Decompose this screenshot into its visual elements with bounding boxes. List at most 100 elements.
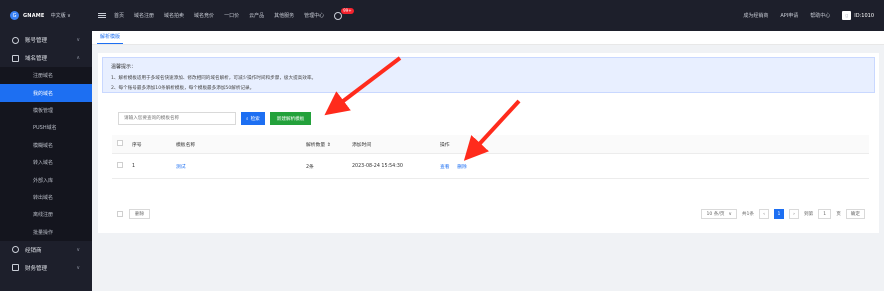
chevron-down-icon: ∨ [76,264,80,271]
header-added-time: 添加时间 [352,142,372,148]
footer-select-checkbox[interactable] [117,211,123,217]
sidebar-item-register-domain[interactable]: 注册域名 [0,67,92,84]
sidebar-submenu: 注册域名 我的域名 模板管理 PUSH域名 模糊域名 转入域名 外部入库 转出域… [0,67,92,241]
table-footer: 删除 10 条/页 ∨ 共1条 ‹ 1 › 到第 1 页 确定 [112,206,869,222]
view-link[interactable]: 查看 [440,165,450,170]
row-checkbox[interactable] [117,162,123,168]
tab-dns-template[interactable]: 解析模版 [97,33,124,44]
goto-label: 到第 [803,212,814,217]
batch-delete-button[interactable]: 删除 [129,209,151,219]
notice-line: 1、解析模板适用于多域名快速添加、修改相同的域名解析，可减少操作时间和步骤，极大… [111,76,317,81]
sidebar-item-external-import[interactable]: 外部入库 [0,171,92,188]
notice-line: 2、每个账号最多添加10条解析模板，每个模板最多添加50解析记录。 [111,86,255,91]
main-nav: 首页 域名注册 域名拍卖 域名竞价 一口价 云产品 其他服务 管理中心 99+ [114,7,354,20]
notification-badge: 99+ [341,7,354,14]
template-search-input[interactable] [118,112,236,125]
pagination: 10 条/页 ∨ 共1条 ‹ 1 › 到第 1 页 确定 [701,209,869,219]
top-right-links: 成为经销商 API申请 帮助中心 g ID:1010 [743,11,884,20]
tips-notice: 温馨提示： 1、解析模板适用于多域名快速添加、修改相同的域名解析，可减少操作时间… [102,57,875,93]
total-count: 共1条 [741,212,754,217]
nav-cloud-products[interactable]: 云产品 [249,12,264,19]
sidebar-item-fuzzy-domain[interactable]: 模糊域名 [0,137,92,154]
nav-domain-auction[interactable]: 域名拍卖 [164,12,184,19]
sidebar-group-account[interactable]: 账号管理 ∨ [0,31,92,49]
page-size-select[interactable]: 10 条/页 ∨ [701,209,737,219]
user-icon [12,36,19,44]
chevron-up-icon: ∧ [76,55,80,61]
notice-title: 温馨提示： [111,64,137,70]
user-id: ID:1010 [854,12,874,19]
table-row: 1 测试 2条 2023-08-24 15:54:30 查看 删除 [112,154,869,179]
sidebar-item-template-management[interactable]: 模板管理 [0,102,92,119]
table-header: 序号 模板名称 解析数量 ⇕ 添加时间 操作 [112,135,869,154]
main-area: 解析模版 温馨提示： 1、解析模板适用于多域名快速添加、修改相同的域名解析，可减… [92,31,884,291]
nav-management-center[interactable]: 管理中心 [304,12,324,19]
help-center-link[interactable]: 帮助中心 [810,12,830,19]
sidebar-item-push-domain[interactable]: PUSH域名 [0,119,92,136]
chevron-down-icon: ∨ [76,246,80,253]
header-template-name: 模板名称 [176,142,196,148]
sidebar-group-label: 经销商 [25,247,42,254]
sidebar-item-my-domains[interactable]: 我的域名 [0,84,92,102]
sidebar-group-reseller[interactable]: 经销商 ∨ [0,241,92,259]
become-reseller-link[interactable]: 成为经销商 [743,12,768,19]
delete-link[interactable]: 删除 [457,165,467,170]
search-icon: ⌕ [246,116,249,122]
top-navigation-bar: G GNAME 中文版 ∨ 首页 域名注册 域名拍卖 域名竞价 一口价 云产品 … [0,0,884,31]
page-number-current[interactable]: 1 [773,209,784,219]
sidebar-item-offline-register[interactable]: 离线注册 [0,206,92,223]
domain-icon [12,54,19,62]
template-table: 序号 模板名称 解析数量 ⇕ 添加时间 操作 1 测试 2条 2023-08-2… [112,135,869,179]
language-switcher[interactable]: 中文版 ∨ [51,12,71,19]
nav-fixed-price[interactable]: 一口价 [224,12,239,19]
header-operations: 操作 [440,142,450,148]
goto-confirm-button[interactable]: 确定 [845,209,865,219]
select-all-checkbox[interactable] [117,140,123,146]
search-button[interactable]: ⌕ 检索 [241,112,265,125]
search-button-label: 检索 [250,116,260,122]
nav-other-services[interactable]: 其他服务 [274,12,294,19]
row-index: 1 [132,163,136,169]
user-menu[interactable]: g ID:1010 [842,11,874,20]
brand-logo[interactable]: G GNAME 中文版 ∨ [0,0,92,31]
sidebar: 账号管理 ∨ 域名管理 ∧ 注册域名 我的域名 模板管理 PUSH域名 模糊域名… [0,31,92,291]
brand-name: GNAME [23,12,45,19]
next-page-button[interactable]: › [788,209,799,219]
chevron-down-icon: ∨ [728,211,732,217]
gname-logo-icon: G [10,11,19,20]
finance-icon [12,264,19,272]
sidebar-group-label: 账号管理 [25,38,48,44]
nav-domain-register[interactable]: 域名注册 [134,12,154,19]
notification-bell-icon[interactable]: 99+ [334,7,354,20]
api-apply-link[interactable]: API申请 [780,12,798,19]
header-record-count-sortable[interactable]: 解析数量 ⇕ [306,141,352,148]
page-unit-label: 页 [836,212,841,217]
row-record-count: 2条 [306,164,314,170]
chevron-down-icon: ∨ [76,37,80,43]
sidebar-group-finance[interactable]: 财务管理 ∨ [0,259,92,277]
row-operations: 查看 删除 [440,163,500,170]
header-index: 序号 [132,142,142,148]
page-size-value: 10 条/页 [706,212,725,217]
prev-page-button[interactable]: ‹ [758,209,769,219]
add-template-button[interactable]: 新建解析模板 [269,112,312,125]
search-toolbar: ⌕ 检索 新建解析模板 [118,112,312,125]
content-panel: 温馨提示： 1、解析模板适用于多域名快速添加、修改相同的域名解析，可减少操作时间… [98,53,879,233]
tab-bar: 解析模版 [92,31,884,45]
select-all-cell [112,140,132,148]
sidebar-item-transfer-out[interactable]: 转出域名 [0,189,92,206]
sidebar-item-transfer-in[interactable]: 转入域名 [0,154,92,171]
sidebar-group-label: 域名管理 [25,56,48,62]
row-added-time: 2023-08-24 15:54:30 [352,163,403,169]
sidebar-group-domain[interactable]: 域名管理 ∧ [0,49,92,67]
row-select-cell [112,162,132,170]
nav-home[interactable]: 首页 [114,12,124,19]
reseller-icon [12,246,19,254]
goto-page-input[interactable]: 1 [818,209,832,219]
avatar: g [842,11,852,20]
sidebar-group-label: 财务管理 [25,265,48,272]
menu-toggle-icon[interactable] [98,12,106,19]
row-template-name[interactable]: 测试 [176,163,306,170]
nav-domain-bidding[interactable]: 域名竞价 [194,12,214,19]
sidebar-item-batch-operations[interactable]: 批量操作 [0,224,92,241]
